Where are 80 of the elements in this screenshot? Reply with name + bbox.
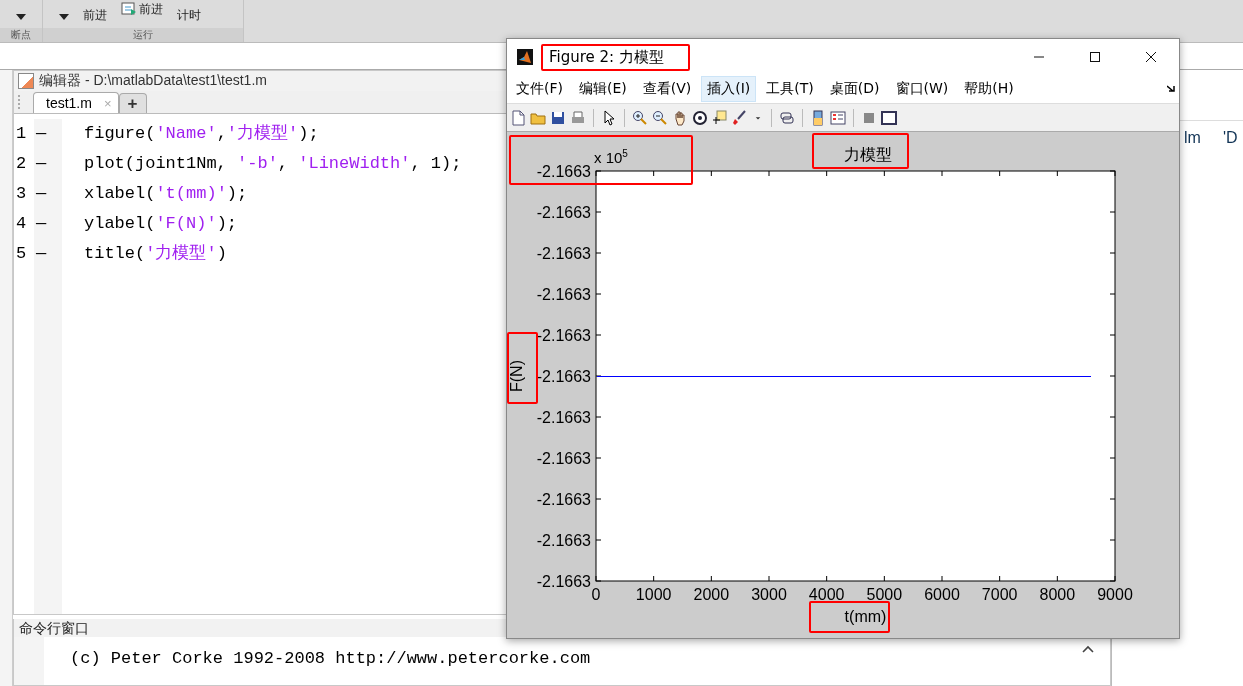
- pointer-icon[interactable]: [601, 109, 617, 126]
- chart-title: 力模型: [843, 146, 892, 163]
- code-line: plot(joint1Nm, '-b', 'LineWidth', 1);: [84, 153, 462, 175]
- grip-icon[interactable]: [18, 95, 23, 109]
- line-marker: —: [35, 213, 48, 235]
- editor-tab[interactable]: test1.m ×: [33, 92, 119, 113]
- new-file-icon[interactable]: [510, 109, 526, 126]
- line-number: 5: [16, 243, 28, 265]
- tick-label: -2.1663: [536, 327, 591, 344]
- caret-icon[interactable]: [59, 14, 69, 20]
- line-marker: —: [35, 183, 48, 205]
- save-icon[interactable]: [550, 109, 566, 126]
- code-line: figure('Name','力模型');: [84, 123, 320, 145]
- tick-label: -2.1663: [536, 204, 591, 221]
- tick-label: 4000: [808, 586, 845, 603]
- tick-label: -2.1663: [536, 450, 591, 467]
- table-cell: lm: [1184, 129, 1201, 147]
- code-line: xlabel('t(mm)');: [84, 183, 249, 205]
- tick-label: -2.1663: [536, 409, 591, 426]
- menu-item[interactable]: 插入(I): [701, 76, 757, 102]
- editor-title: 编辑器 - D:\matlabData\test1\test1.m: [39, 72, 267, 90]
- tick-label: -2.1663: [536, 573, 591, 590]
- line-number: 3: [16, 183, 28, 205]
- tick-label: 6000: [924, 586, 960, 603]
- caret-icon[interactable]: [16, 14, 26, 20]
- line-marker: —: [35, 153, 48, 175]
- brush-icon[interactable]: [732, 109, 748, 126]
- line-marker: —: [35, 243, 48, 265]
- rotate-icon[interactable]: [692, 109, 708, 126]
- code-line: title('力模型'): [84, 243, 228, 265]
- line-number: 1: [16, 123, 28, 145]
- line-number: 4: [16, 213, 28, 235]
- zoom-out-icon[interactable]: [652, 109, 668, 126]
- corner-arrow-icon[interactable]: [1167, 85, 1176, 93]
- colorbar-icon[interactable]: [810, 109, 826, 126]
- tick-label: -2.1663: [536, 286, 591, 303]
- tick-label: 3000: [751, 586, 787, 603]
- menu-item[interactable]: 查看(V): [636, 76, 698, 102]
- hand-icon[interactable]: [672, 109, 688, 126]
- tab-label[interactable]: test1.m: [46, 95, 92, 111]
- line-marker: —: [35, 123, 48, 145]
- window-title: Figure 2: 力模型: [541, 43, 690, 71]
- menu-item[interactable]: 帮助(H): [958, 76, 1020, 102]
- tick-label: -2.1663: [536, 368, 591, 385]
- data-cursor-icon[interactable]: [712, 109, 728, 126]
- tick-label: 9000: [1097, 586, 1133, 603]
- table-cell-text: 'D: [1223, 129, 1239, 147]
- tick-label: 8000: [1039, 586, 1076, 603]
- code-line: ylabel('F(N)');: [84, 213, 239, 235]
- tick-label: -2.1663: [536, 163, 591, 180]
- group-label: 断点: [0, 28, 42, 42]
- menu-item[interactable]: 窗口(W): [889, 76, 955, 102]
- run-advance-button[interactable]: 前进: [121, 2, 163, 16]
- tick-label: 5000: [866, 586, 903, 603]
- scroll-up-icon[interactable]: [1082, 645, 1096, 655]
- axis-exponent: x 10$^{5}$: [594, 148, 628, 166]
- zoom-in-icon[interactable]: [632, 109, 648, 126]
- run-time-button[interactable]: 计时: [177, 8, 201, 22]
- tick-label: 1000: [635, 586, 672, 603]
- menu-item[interactable]: 工具(T): [760, 76, 820, 102]
- tick-label: 7000: [981, 586, 1018, 603]
- tick-label: 2000: [693, 586, 730, 603]
- axis-title: F(N): [508, 360, 525, 392]
- tick-label: -2.1663: [536, 532, 591, 549]
- tick-label: -2.1663: [536, 245, 591, 262]
- link-icon[interactable]: [779, 109, 795, 126]
- new-tab-button[interactable]: +: [118, 93, 147, 113]
- editor-icon: [18, 73, 34, 89]
- line-number: 2: [16, 153, 28, 175]
- menu-item[interactable]: 文件(F): [510, 76, 569, 102]
- run-advance-button[interactable]: 前进: [83, 8, 107, 22]
- console-line: (c) Peter Corke 1992-2008 http://www.petercorke.com: [70, 649, 592, 668]
- menu-item[interactable]: 桌面(D): [823, 76, 886, 102]
- group-label: 运行: [43, 28, 243, 42]
- tick-label: 0: [591, 586, 601, 603]
- menu-item[interactable]: 编辑(E): [573, 76, 633, 102]
- tick-label: -2.1663: [536, 491, 591, 508]
- legend-icon[interactable]: [830, 109, 846, 126]
- app-logo-icon: [517, 49, 533, 65]
- window-icon[interactable]: [881, 109, 897, 126]
